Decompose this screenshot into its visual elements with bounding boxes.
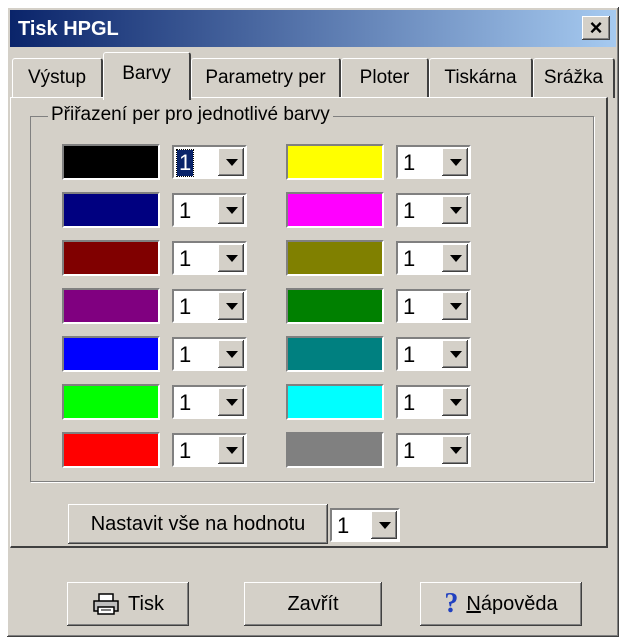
print-button[interactable]: Tisk bbox=[67, 582, 189, 626]
window-title: Tisk HPGL bbox=[18, 18, 119, 40]
help-button-label: Nápověda bbox=[466, 592, 558, 615]
pen-value: 1 bbox=[403, 438, 416, 463]
pen-select-left-4[interactable]: 1 bbox=[172, 289, 247, 323]
pen-select-right-3[interactable]: 1 bbox=[396, 241, 471, 275]
pen-select-left-1[interactable]: 1 bbox=[172, 145, 247, 179]
help-button[interactable]: ? Nápověda bbox=[420, 582, 582, 626]
color-swatch-left-4 bbox=[62, 288, 160, 324]
set-all-value-select[interactable]: 1 bbox=[330, 508, 400, 542]
pen-value: 1 bbox=[403, 246, 416, 271]
color-swatch-right-6 bbox=[286, 384, 384, 420]
pen-select-right-7[interactable]: 1 bbox=[396, 433, 471, 467]
pen-select-left-7[interactable]: 1 bbox=[172, 433, 247, 467]
pen-value: 1 bbox=[175, 149, 195, 177]
pen-value: 1 bbox=[179, 342, 192, 367]
pen-select-right-5[interactable]: 1 bbox=[396, 337, 471, 371]
color-swatch-right-1 bbox=[286, 144, 384, 180]
pen-value: 1 bbox=[179, 294, 192, 319]
pen-select-left-6[interactable]: 1 bbox=[172, 385, 247, 419]
tab-tiskarna[interactable]: Tiskárna bbox=[429, 58, 533, 98]
tab-vystup[interactable]: Výstup bbox=[12, 58, 103, 98]
color-swatch-right-5 bbox=[286, 336, 384, 372]
pen-select-right-1[interactable]: 1 bbox=[396, 145, 471, 179]
close-icon[interactable]: × bbox=[582, 16, 610, 40]
color-swatch-left-3 bbox=[62, 240, 160, 276]
set-all-button-label: Nastavit vše na hodnotu bbox=[90, 512, 306, 535]
pen-select-left-2[interactable]: 1 bbox=[172, 193, 247, 227]
print-button-label: Tisk bbox=[128, 592, 164, 615]
color-swatch-left-2 bbox=[62, 192, 160, 228]
group-title: Přiřazení per pro jednotlivé barvy bbox=[48, 104, 333, 126]
chevron-down-icon[interactable] bbox=[218, 196, 244, 224]
close-button-label: Zavřít bbox=[287, 592, 339, 615]
color-swatch-left-6 bbox=[62, 384, 160, 420]
color-swatch-right-4 bbox=[286, 288, 384, 324]
color-swatch-left-7 bbox=[62, 432, 160, 468]
color-swatch-right-7 bbox=[286, 432, 384, 468]
tab-parametry-per[interactable]: Parametry per bbox=[191, 58, 341, 98]
pen-select-right-6[interactable]: 1 bbox=[396, 385, 471, 419]
tab-barvy[interactable]: Barvy bbox=[103, 52, 191, 100]
chevron-down-icon[interactable] bbox=[442, 244, 468, 272]
color-swatch-right-3 bbox=[286, 240, 384, 276]
chevron-down-icon[interactable] bbox=[371, 511, 397, 539]
pen-value: 1 bbox=[179, 246, 192, 271]
color-swatch-left-1 bbox=[62, 144, 160, 180]
pen-select-left-5[interactable]: 1 bbox=[172, 337, 247, 371]
chevron-down-icon[interactable] bbox=[218, 244, 244, 272]
pen-value: 1 bbox=[179, 198, 192, 223]
chevron-down-icon[interactable] bbox=[442, 436, 468, 464]
chevron-down-icon[interactable] bbox=[218, 388, 244, 416]
tab-ploter[interactable]: Ploter bbox=[341, 58, 429, 98]
chevron-down-icon[interactable] bbox=[218, 340, 244, 368]
title-bar[interactable]: Tisk HPGL × bbox=[10, 10, 616, 47]
close-button[interactable]: Zavřít bbox=[244, 582, 382, 626]
pen-select-right-4[interactable]: 1 bbox=[396, 289, 471, 323]
chevron-down-icon[interactable] bbox=[442, 292, 468, 320]
set-all-value: 1 bbox=[337, 513, 350, 538]
chevron-down-icon[interactable] bbox=[442, 148, 468, 176]
tab-srazka[interactable]: Srážka bbox=[533, 58, 615, 98]
pen-value: 1 bbox=[403, 150, 416, 175]
pen-value: 1 bbox=[403, 294, 416, 319]
pen-select-left-3[interactable]: 1 bbox=[172, 241, 247, 275]
chevron-down-icon[interactable] bbox=[442, 340, 468, 368]
chevron-down-icon[interactable] bbox=[218, 148, 244, 176]
chevron-down-icon[interactable] bbox=[218, 292, 244, 320]
printer-icon bbox=[93, 593, 119, 615]
pen-select-right-2[interactable]: 1 bbox=[396, 193, 471, 227]
help-question-icon: ? bbox=[444, 588, 459, 619]
chevron-down-icon[interactable] bbox=[442, 196, 468, 224]
color-swatch-right-2 bbox=[286, 192, 384, 228]
pen-value: 1 bbox=[179, 438, 192, 463]
set-all-button[interactable]: Nastavit vše na hodnotu bbox=[68, 504, 328, 544]
color-swatch-left-5 bbox=[62, 336, 160, 372]
chevron-down-icon[interactable] bbox=[218, 436, 244, 464]
pen-value: 1 bbox=[403, 198, 416, 223]
pen-value: 1 bbox=[403, 390, 416, 415]
chevron-down-icon[interactable] bbox=[442, 388, 468, 416]
pen-value: 1 bbox=[403, 342, 416, 367]
pen-value: 1 bbox=[179, 390, 192, 415]
